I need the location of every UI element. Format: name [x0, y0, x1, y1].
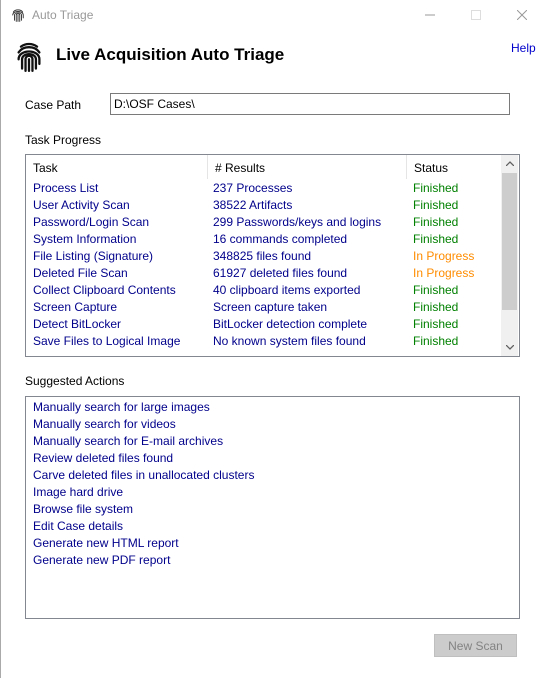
task-cell: Password/Login Scan: [33, 215, 150, 229]
task-progress-label: Task Progress: [25, 133, 102, 147]
close-icon: [517, 10, 527, 20]
case-path-label: Case Path: [25, 98, 82, 112]
results-cell: 299 Passwords/keys and logins: [213, 215, 382, 229]
task-cell: Save Files to Logical Image: [33, 334, 181, 348]
fingerprint-icon: [12, 9, 24, 22]
results-cell: 16 commands completed: [213, 232, 348, 246]
table-row[interactable]: User Activity Scan 38522 Artifacts Finishe…: [26, 197, 500, 214]
suggested-action-item[interactable]: Generate new HTML report: [33, 535, 179, 552]
status-cell: Finished: [413, 300, 459, 314]
chevron-down-icon: [505, 345, 514, 350]
status-cell: Finished: [413, 215, 459, 229]
status-cell: Finished: [413, 334, 459, 348]
maximize-icon: [471, 10, 481, 20]
task-cell: System Information: [33, 232, 137, 246]
status-cell: In Progress: [413, 249, 475, 263]
results-cell: 61927 deleted files found: [213, 266, 348, 280]
table-row[interactable]: Password/Login Scan 299 Passwords/keys an…: [26, 214, 500, 231]
table-row[interactable]: Screen Capture Screen capture taken Finish…: [26, 299, 500, 316]
task-cell: Detect BitLocker: [33, 317, 122, 331]
status-cell: Finished: [413, 181, 459, 195]
results-cell: 38522 Artifacts: [213, 198, 293, 212]
suggested-action-item[interactable]: Browse file system: [33, 501, 133, 518]
suggested-action-item[interactable]: Carve deleted files in unallocated clust…: [33, 467, 254, 484]
results-cell: 348825 files found: [213, 249, 312, 263]
results-cell: 40 clipboard items exported: [213, 283, 361, 297]
title-bar: Auto Triage: [1, 0, 544, 30]
suggested-action-item[interactable]: Manually search for E-mail archives: [33, 433, 223, 450]
suggested-action-item[interactable]: Image hard drive: [33, 484, 123, 501]
table-row[interactable]: File Listing (Signature) 348825 files fou…: [26, 248, 500, 265]
status-cell: Finished: [413, 198, 459, 212]
minimize-button[interactable]: [407, 0, 453, 30]
task-cell: Process List: [33, 181, 99, 195]
scroll-down-button[interactable]: [501, 339, 518, 356]
status-cell: In Progress: [413, 266, 475, 280]
suggested-action-item[interactable]: Review deleted files found: [33, 450, 173, 467]
task-cell: File Listing (Signature): [33, 249, 154, 263]
suggested-action-item[interactable]: Manually search for large images: [33, 399, 210, 416]
maximize-button[interactable]: [453, 0, 499, 30]
column-header-task[interactable]: Task: [26, 155, 207, 179]
desktop-edge: [0, 0, 1, 678]
results-cell: BitLocker detection complete: [213, 317, 368, 331]
status-cell: Finished: [413, 283, 459, 297]
new-scan-button[interactable]: New Scan: [434, 634, 517, 657]
chevron-up-icon: [505, 161, 514, 166]
task-table-scrollbar[interactable]: [501, 155, 518, 356]
table-row[interactable]: System Information 16 commands completed F…: [26, 231, 500, 248]
task-cell: Screen Capture: [33, 300, 118, 314]
scrollbar-thumb[interactable]: [502, 173, 517, 310]
suggested-action-item[interactable]: Generate new PDF report: [33, 552, 170, 569]
case-path-input[interactable]: [110, 93, 510, 115]
results-cell: Screen capture taken: [213, 300, 328, 314]
task-cell: User Activity Scan: [33, 198, 130, 212]
minimize-icon: [425, 14, 435, 16]
help-link[interactable]: Help: [511, 41, 536, 55]
status-cell: Finished: [413, 232, 459, 246]
close-button[interactable]: [499, 0, 544, 30]
column-header-status[interactable]: Status: [406, 155, 500, 179]
results-cell: 237 Processes: [213, 181, 293, 195]
column-header-results[interactable]: # Results: [207, 155, 406, 179]
suggested-actions-label: Suggested Actions: [25, 374, 125, 388]
table-row[interactable]: Detect BitLocker BitLocker detection comp…: [26, 316, 500, 333]
scroll-up-button[interactable]: [501, 155, 518, 172]
table-row[interactable]: Deleted File Scan 61927 deleted files fou…: [26, 265, 500, 282]
task-cell: Collect Clipboard Contents: [33, 283, 176, 297]
suggested-actions-list[interactable]: Manually search for large images Manually…: [25, 396, 520, 619]
suggested-action-item[interactable]: Manually search for videos: [33, 416, 176, 433]
app-title: Live Acquisition Auto Triage: [56, 45, 285, 64]
suggested-action-item[interactable]: Edit Case details: [33, 518, 123, 535]
task-progress-table[interactable]: Task # Results Status Process List 237 Pr…: [25, 154, 520, 357]
fingerprint-logo-icon: [17, 42, 41, 72]
table-row[interactable]: Save Files to Logical Image No known syst…: [26, 333, 500, 350]
task-cell: Deleted File Scan: [33, 266, 128, 280]
status-cell: Finished: [413, 317, 459, 331]
table-row[interactable]: Process List 237 Processes Finished: [26, 180, 500, 197]
results-cell: No known system files found: [213, 334, 366, 348]
table-row[interactable]: Collect Clipboard Contents 40 clipboard i…: [26, 282, 500, 299]
window-title: Auto Triage: [32, 8, 94, 22]
